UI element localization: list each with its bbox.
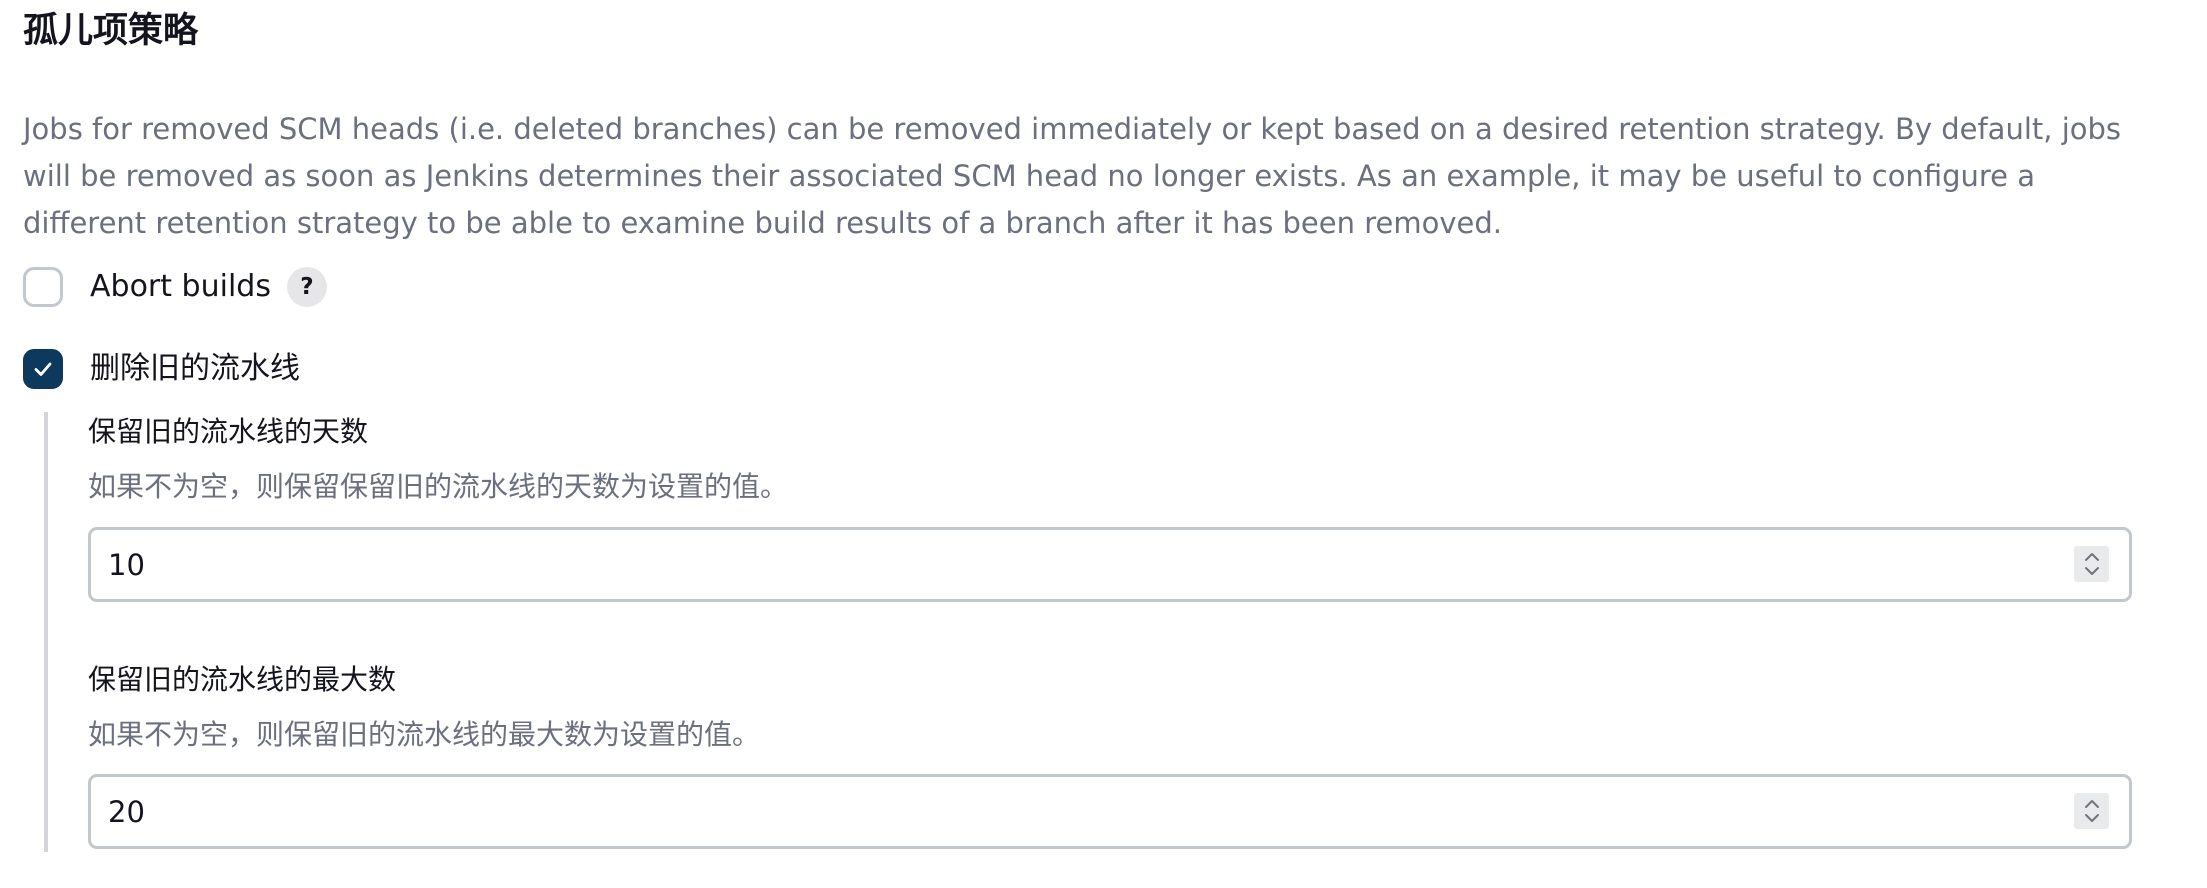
days-to-keep-spinner[interactable] [2074,546,2109,582]
section-title: 孤儿项策略 [23,11,199,51]
discard-old-label[interactable]: 删除旧的流水线 [90,347,300,391]
max-to-keep-field [88,774,2132,849]
max-to-keep-help: 如果不为空，则保留旧的流水线的最大数为设置的值。 [88,718,761,751]
max-to-keep-label: 保留旧的流水线的最大数 [88,663,397,696]
days-to-keep-input[interactable] [91,530,2031,599]
abort-builds-row: Abort builds ? [23,265,327,309]
days-to-keep-field [88,527,2132,602]
spinner-updown-icon [2084,553,2099,575]
days-to-keep-label: 保留旧的流水线的天数 [88,415,369,448]
check-icon [34,362,52,376]
max-to-keep-spinner[interactable] [2074,793,2109,829]
spinner-updown-icon [2084,800,2099,822]
nested-divider [44,412,48,852]
max-to-keep-input[interactable] [91,777,2031,846]
days-to-keep-help: 如果不为空，则保留保留旧的流水线的天数为设置的值。 [88,470,789,503]
discard-old-settings: 保留旧的流水线的天数 如果不为空，则保留保留旧的流水线的天数为设置的值。 保留旧… [44,412,2144,852]
discard-old-checkbox[interactable] [23,349,63,389]
help-icon[interactable]: ? [286,267,327,307]
abort-builds-label[interactable]: Abort builds [90,265,271,309]
section-description: Jobs for removed SCM heads (i.e. deleted… [23,112,2122,240]
abort-builds-checkbox[interactable] [23,267,63,307]
orphaned-item-strategy-section: 孤儿项策略 Jobs for removed SCM heads (i.e. d… [0,0,2207,888]
discard-old-row: 删除旧的流水线 [23,347,300,391]
